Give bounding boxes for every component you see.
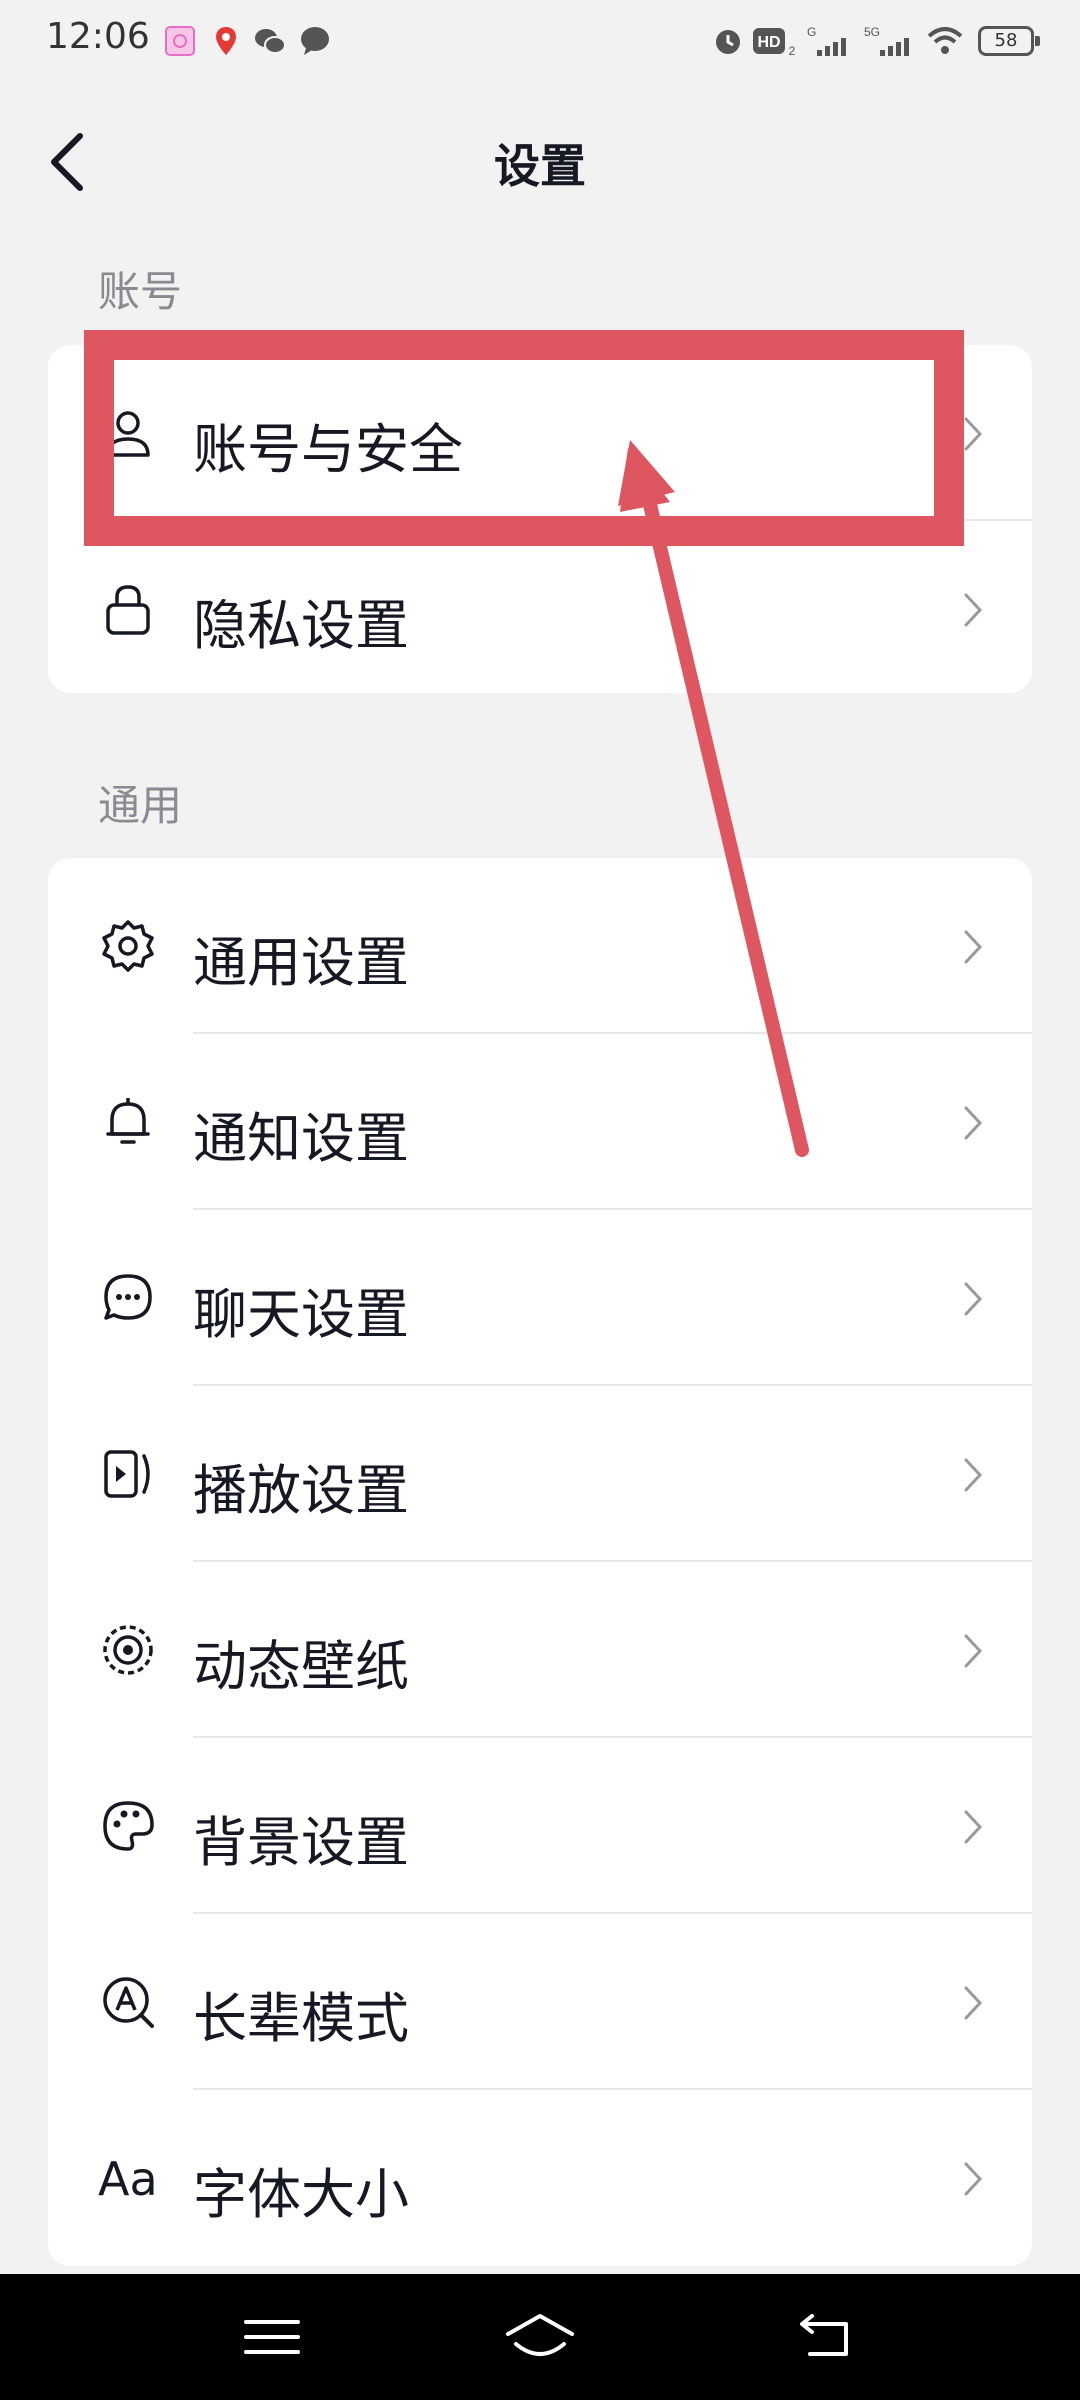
settings-screen: 12:06 HD 2 G 5G 58 设置 账号 账号与安全 隐私设置 通用 通… xyxy=(0,0,1080,2400)
settings-item-label: 通知设置 xyxy=(193,1107,409,1170)
general-card: 通用设置 通知设置 聊天设置 播放设置 动态壁纸 背景设置 长辈模式 Aa 字体… xyxy=(48,858,1032,2266)
chevron-right-icon xyxy=(964,1106,983,1140)
annotation-highlight-box xyxy=(84,330,964,546)
hd-icon: HD 2 xyxy=(753,28,796,58)
chevron-right-icon xyxy=(964,417,983,451)
page-title: 设置 xyxy=(494,139,586,193)
back-icon[interactable] xyxy=(786,2304,866,2370)
bell-icon xyxy=(106,1098,150,1144)
section-title-general: 通用 xyxy=(98,781,183,830)
navigation-bar xyxy=(0,2274,1080,2400)
chat-icon xyxy=(104,1274,152,1320)
chat-bubble-icon xyxy=(301,27,329,55)
chevron-right-icon xyxy=(964,1986,983,2020)
settings-item-privacy[interactable]: 隐私设置 xyxy=(48,521,1032,693)
lock-icon xyxy=(106,585,150,635)
status-time: 12:06 xyxy=(46,16,150,57)
signal-5g-icon: 5G xyxy=(864,25,909,56)
chevron-right-icon xyxy=(964,1458,983,1492)
svg-text:2: 2 xyxy=(789,44,796,58)
settings-item-background[interactable]: 背景设置 xyxy=(48,1738,1032,1914)
map-pin-icon xyxy=(216,27,236,55)
status-bar: 12:06 HD 2 G 5G 58 xyxy=(0,0,1080,84)
settings-item-label: 播放设置 xyxy=(193,1459,409,1522)
wallpaper-icon xyxy=(103,1625,153,1675)
settings-item-label: 动态壁纸 xyxy=(193,1635,409,1698)
settings-item-label: 通用设置 xyxy=(193,931,409,994)
settings-item-font-size[interactable]: Aa 字体大小 xyxy=(48,2090,1032,2266)
signal-icon: G xyxy=(807,25,846,56)
battery-indicator: 58 xyxy=(978,26,1040,56)
settings-item-notifications[interactable]: 通知设置 xyxy=(48,1034,1032,1210)
settings-item-label: 隐私设置 xyxy=(193,594,409,657)
chevron-right-icon xyxy=(964,1810,983,1844)
settings-item-label: 聊天设置 xyxy=(193,1283,409,1346)
chevron-right-icon xyxy=(964,2162,983,2196)
settings-item-playback[interactable]: 播放设置 xyxy=(48,1386,1032,1562)
section-title-account: 账号 xyxy=(98,267,183,316)
play-icon xyxy=(104,1450,150,1498)
svg-text:HD: HD xyxy=(757,34,780,51)
chevron-right-icon xyxy=(964,1634,983,1668)
settings-item-label: 长辈模式 xyxy=(193,1987,409,2050)
font-size-icon: Aa xyxy=(98,2152,158,2206)
wifi-icon xyxy=(927,27,963,54)
alarm-icon xyxy=(716,30,740,54)
elder-mode-icon xyxy=(103,1977,154,2028)
settings-item-label: 字体大小 xyxy=(193,2163,409,2226)
settings-item-elder-mode[interactable]: 长辈模式 xyxy=(48,1914,1032,2090)
chevron-right-icon xyxy=(964,930,983,964)
settings-item-general[interactable]: 通用设置 xyxy=(48,858,1032,1034)
palette-icon xyxy=(103,1801,154,1851)
wechat-icon xyxy=(255,29,286,54)
chevron-right-icon xyxy=(964,593,983,627)
home-icon[interactable] xyxy=(500,2304,580,2370)
gear-icon xyxy=(102,920,154,972)
settings-item-live-wallpaper[interactable]: 动态壁纸 xyxy=(48,1562,1032,1738)
svg-text:5G: 5G xyxy=(864,25,880,39)
menu-icon[interactable] xyxy=(232,2304,312,2370)
photo-app-icon xyxy=(165,26,195,56)
settings-item-label: 背景设置 xyxy=(193,1811,409,1874)
settings-item-chat[interactable]: 聊天设置 xyxy=(48,1210,1032,1386)
chevron-right-icon xyxy=(964,1282,983,1316)
svg-text:G: G xyxy=(807,25,816,39)
